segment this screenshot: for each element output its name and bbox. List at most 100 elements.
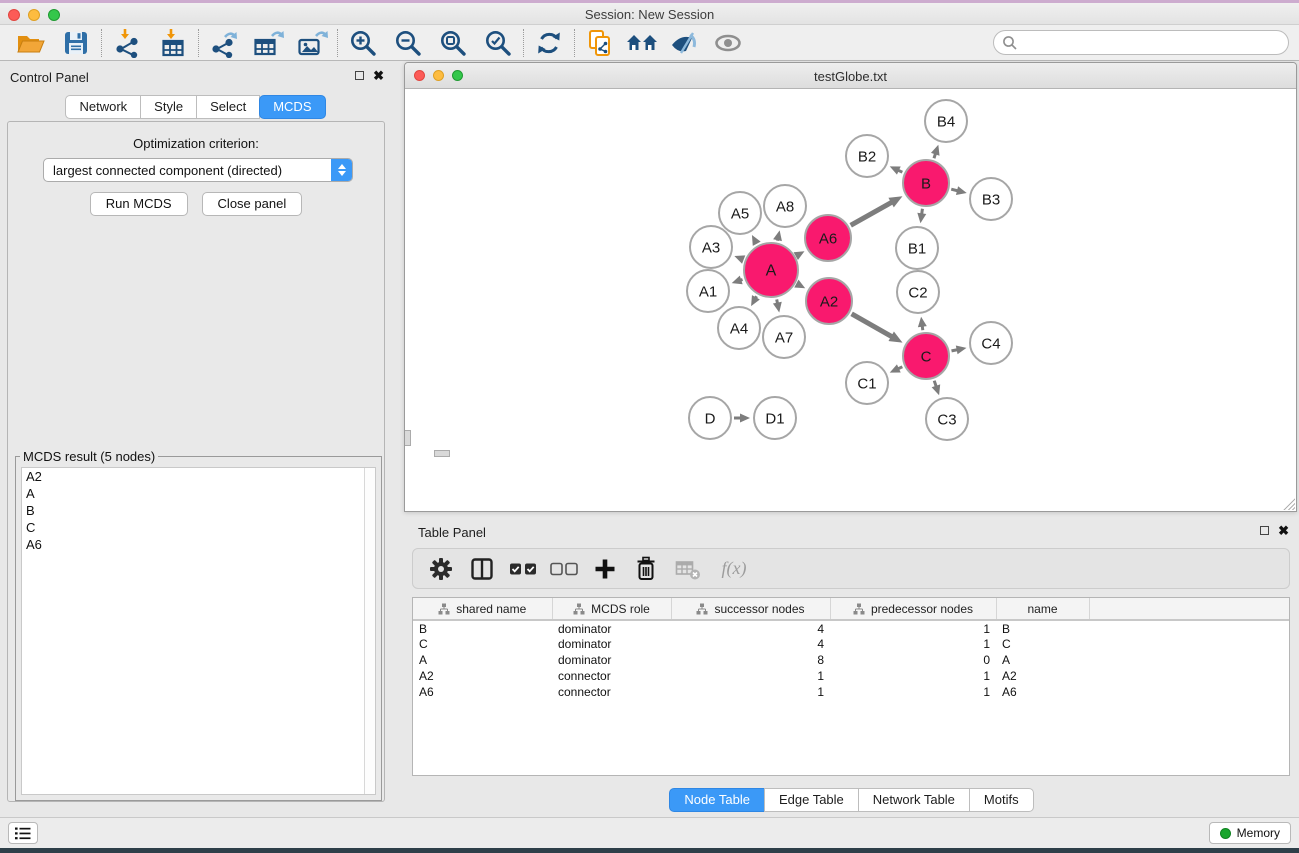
splitter-handle-vertical[interactable] [405, 430, 411, 446]
tab-node-table[interactable]: Node Table [669, 788, 765, 812]
add-column-icon[interactable] [589, 554, 621, 584]
task-history-button[interactable] [8, 822, 38, 844]
application-window: Session: New Session [0, 0, 1299, 853]
float-table-panel-icon[interactable] [1260, 526, 1269, 535]
graph-edge-arrowhead [773, 302, 782, 313]
attribute-icon [696, 603, 708, 615]
network-graph[interactable]: B4B2BB3B1A5A8A6A3AA1A2C2A4A7CC4C1C3DD1 [405, 89, 1296, 510]
column-header-name[interactable]: name [996, 598, 1089, 620]
export-table-icon[interactable] [250, 27, 286, 59]
zoom-out-icon[interactable] [390, 27, 426, 59]
delete-columns-icon[interactable] [630, 554, 662, 584]
graph-node-label: B3 [982, 191, 1000, 208]
table-cell: 0 [830, 652, 996, 668]
table-cell: A2 [996, 668, 1089, 684]
result-item[interactable]: A [22, 485, 375, 502]
graph-edge-arrowhead [931, 145, 940, 156]
duplicate-network-icon[interactable] [582, 27, 618, 59]
tab-mcds[interactable]: MCDS [259, 95, 325, 119]
column-header-predecessor-nodes[interactable]: predecessor nodes [830, 598, 996, 620]
network-window-titlebar[interactable]: testGlobe.txt [405, 63, 1296, 89]
table-cell: A [996, 652, 1089, 668]
close-panel-button[interactable]: Close panel [202, 192, 303, 216]
export-network-icon[interactable] [206, 27, 242, 59]
delete-table-icon[interactable] [671, 554, 703, 584]
table-cell: A6 [413, 684, 552, 700]
import-network-icon[interactable] [109, 27, 145, 59]
table-cell: B [413, 620, 552, 636]
table-row[interactable]: A2connector11A2 [413, 668, 1289, 684]
save-session-icon[interactable] [58, 27, 94, 59]
table-cell: 1 [671, 668, 830, 684]
tab-motifs[interactable]: Motifs [969, 788, 1034, 812]
close-table-panel-icon[interactable]: ✖ [1278, 525, 1289, 536]
mcds-result-title: MCDS result (5 nodes) [20, 449, 158, 464]
zoom-fit-icon[interactable] [435, 27, 471, 59]
column-header-successor-nodes[interactable]: successor nodes [671, 598, 830, 620]
window-resize-grip[interactable] [1282, 497, 1295, 510]
table-row[interactable]: A6connector11A6 [413, 684, 1289, 700]
tab-edge-table[interactable]: Edge Table [764, 788, 859, 812]
graph-node-label: C2 [908, 284, 927, 301]
tab-network[interactable]: Network [65, 95, 141, 119]
table-row[interactable]: Adominator80A [413, 652, 1289, 668]
run-mcds-button[interactable]: Run MCDS [90, 192, 188, 216]
network-canvas[interactable]: B4B2BB3B1A5A8A6A3AA1A2C2A4A7CC4C1C3DD1 [405, 89, 1296, 511]
result-item[interactable]: B [22, 502, 375, 519]
function-builder-icon[interactable]: f(x) [712, 554, 756, 584]
hide-graphics-details-icon[interactable] [666, 27, 702, 59]
column-header-shared-name[interactable]: shared name [413, 598, 552, 620]
search-input[interactable] [1018, 33, 1288, 53]
splitter-handle-horizontal[interactable] [434, 450, 450, 457]
zoom-in-icon[interactable] [345, 27, 381, 59]
graph-edge-arrowhead [752, 235, 761, 246]
toolbar-separator [337, 29, 338, 57]
criterion-dropdown[interactable]: largest connected component (directed) [43, 158, 353, 182]
graph-node-label: A4 [730, 320, 748, 337]
close-panel-icon[interactable]: ✖ [373, 70, 384, 81]
float-panel-icon[interactable] [355, 71, 364, 80]
tab-select[interactable]: Select [196, 95, 260, 119]
graph-node-label: A1 [699, 283, 717, 300]
graph-edge[interactable] [852, 314, 893, 337]
main-titlebar: Session: New Session [0, 3, 1299, 25]
tab-style[interactable]: Style [140, 95, 197, 119]
show-graphics-details-icon[interactable] [710, 27, 746, 59]
result-item[interactable]: A6 [22, 536, 375, 553]
memory-button[interactable]: Memory [1209, 822, 1291, 844]
graph-edge-arrowhead [734, 255, 745, 263]
graph-node-label: A [766, 263, 777, 280]
zoom-selected-icon[interactable] [480, 27, 516, 59]
graph-node-label: C4 [981, 335, 1000, 352]
mcds-result-list[interactable]: A2ABCA6 [21, 467, 376, 795]
graph-edge[interactable] [851, 202, 893, 226]
column-header-mcds-role[interactable]: MCDS role [552, 598, 671, 620]
open-session-icon[interactable] [12, 27, 48, 59]
table-panel: Table Panel ✖ [404, 519, 1299, 812]
graph-node-label: A6 [819, 230, 837, 247]
select-all-checkboxes-icon[interactable] [507, 554, 539, 584]
table-row[interactable]: Cdominator41C [413, 636, 1289, 652]
show-all-networks-icon[interactable] [624, 27, 660, 59]
import-table-icon[interactable] [155, 27, 191, 59]
graph-node-label: B1 [908, 240, 926, 257]
result-item[interactable]: A2 [22, 468, 375, 485]
mcds-result-group: MCDS result (5 nodes) A2ABCA6 [15, 456, 382, 801]
table-cell: 8 [671, 652, 830, 668]
table-cell: A [413, 652, 552, 668]
split-view-icon[interactable] [466, 554, 498, 584]
deselect-all-checkboxes-icon[interactable] [548, 554, 580, 584]
table-cell: 1 [830, 620, 996, 636]
refresh-icon[interactable] [531, 27, 567, 59]
search-icon [1002, 35, 1018, 51]
table-row[interactable]: Bdominator41B [413, 620, 1289, 636]
table-settings-icon[interactable] [425, 554, 457, 584]
result-scrollbar[interactable] [364, 468, 375, 794]
graph-node-label: A8 [776, 198, 794, 215]
table-header-row[interactable]: shared name MCDS role successor nodes pr… [413, 598, 1289, 620]
search-box[interactable] [993, 30, 1289, 55]
export-image-icon[interactable] [294, 27, 330, 59]
main-toolbar [0, 25, 1299, 61]
result-item[interactable]: C [22, 519, 375, 536]
tab-network-table[interactable]: Network Table [858, 788, 970, 812]
